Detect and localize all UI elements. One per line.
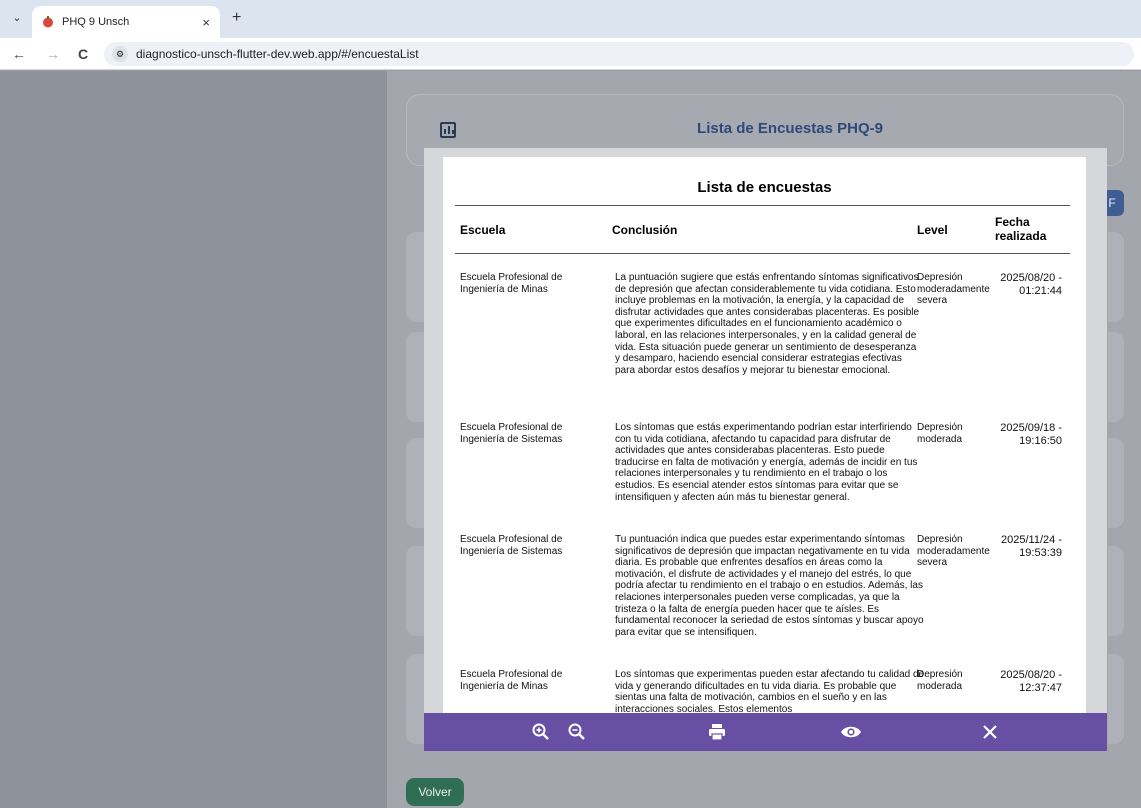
- favicon-icon: [43, 16, 53, 28]
- page-title: Lista de Encuestas PHQ-9: [697, 120, 883, 137]
- print-icon[interactable]: [704, 713, 730, 751]
- back-icon[interactable]: ←: [12, 46, 26, 62]
- pdf-toolbar: [424, 713, 1107, 751]
- cell-escuela: Escuela Profesional de Ingeniería de Sis…: [460, 422, 563, 445]
- new-tab-button[interactable]: +: [232, 9, 241, 27]
- cell-fecha: 2025/09/18 - 19:16:50: [1000, 422, 1062, 447]
- left-panel: [0, 71, 387, 808]
- document-title: Lista de encuestas: [697, 179, 832, 196]
- browser-tab[interactable]: PHQ 9 Unsch ×: [32, 6, 220, 38]
- cell-fecha: 2025/08/20 - 12:37:47: [1000, 669, 1062, 694]
- survey-card-edge: [1108, 438, 1124, 528]
- url-input[interactable]: ⚙ diagnostico-unsch-flutter-dev.web.app/…: [104, 42, 1134, 66]
- tab-close-icon[interactable]: ×: [202, 15, 210, 30]
- cell-conclusion: Los síntomas que estás experimentando po…: [615, 422, 918, 503]
- close-icon[interactable]: [977, 713, 1003, 751]
- chart-icon: [440, 122, 456, 138]
- eye-icon[interactable]: [838, 713, 864, 751]
- column-header-escuela: Escuela: [460, 223, 506, 237]
- address-bar: ← → C ⚙ diagnostico-unsch-flutter-dev.we…: [0, 38, 1141, 70]
- survey-card-edge: [1108, 332, 1124, 422]
- survey-card-edge: [1108, 546, 1124, 636]
- cell-fecha: 2025/08/20 - 01:21:44: [1000, 272, 1062, 297]
- forward-icon[interactable]: →: [46, 46, 60, 62]
- divider: [455, 253, 1070, 254]
- cell-escuela: Escuela Profesional de Ingeniería de Sis…: [460, 534, 563, 557]
- column-header-conclusion: Conclusión: [612, 223, 678, 237]
- cell-level: Depresión moderadamente severa: [917, 534, 990, 569]
- pdf-page: Lista de encuestas Escuela Conclusión Le…: [443, 157, 1086, 713]
- column-header-fecha: Fecha realizada: [995, 215, 1047, 243]
- cell-level: Depresión moderada: [917, 669, 963, 692]
- cell-conclusion: Los síntomas que experimentas pueden est…: [615, 669, 925, 713]
- browser-tab-bar: ⌄ PHQ 9 Unsch × +: [0, 0, 1141, 38]
- back-button[interactable]: Volver: [406, 778, 464, 806]
- cell-fecha: 2025/11/24 - 19:53:39: [1001, 534, 1062, 559]
- cell-level: Depresión moderada: [917, 422, 963, 445]
- cell-escuela: Escuela Profesional de Ingeniería de Min…: [460, 669, 563, 692]
- survey-card-edge: [1108, 232, 1124, 322]
- zoom-out-icon[interactable]: [564, 713, 590, 751]
- site-info-icon[interactable]: ⚙: [112, 46, 128, 62]
- cell-level: Depresión moderadamente severa: [917, 272, 990, 307]
- url-text: diagnostico-unsch-flutter-dev.web.app/#/…: [136, 47, 419, 61]
- column-header-level: Level: [917, 223, 948, 237]
- reload-icon[interactable]: C: [78, 46, 88, 62]
- cell-conclusion: La puntuación sugiere que estás enfrenta…: [615, 272, 920, 376]
- cell-conclusion: Tu puntuación indica que puedes estar ex…: [615, 534, 924, 638]
- tab-search-chevron-icon[interactable]: ⌄: [6, 6, 28, 28]
- divider: [455, 205, 1070, 206]
- cell-escuela: Escuela Profesional de Ingeniería de Min…: [460, 272, 563, 295]
- tab-title: PHQ 9 Unsch: [62, 16, 130, 28]
- survey-card-edge: [1108, 654, 1124, 744]
- zoom-in-icon[interactable]: [528, 713, 554, 751]
